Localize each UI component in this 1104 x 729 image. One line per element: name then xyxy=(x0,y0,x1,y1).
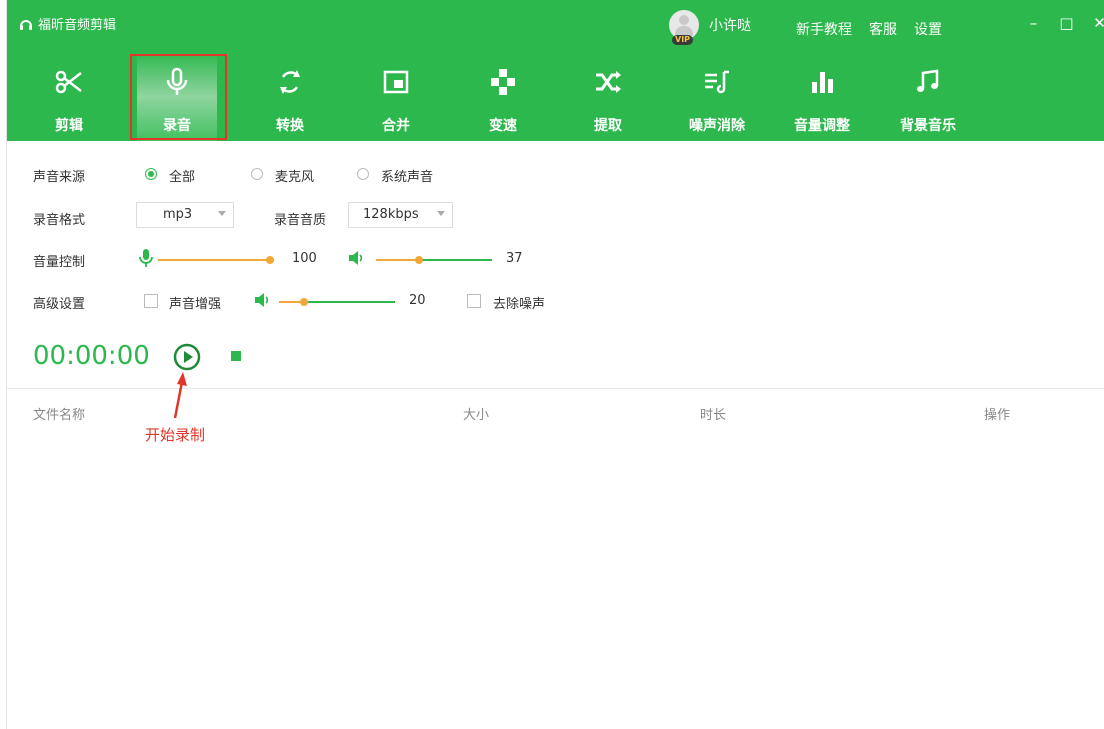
annotation-arrow xyxy=(173,372,187,419)
scissors-icon xyxy=(55,70,82,94)
quality-label: 录音音质 xyxy=(274,213,327,228)
advanced-row: 高级设置 声音增强 20 去除噪声 xyxy=(33,293,593,313)
format-select[interactable]: mp3 xyxy=(136,202,234,228)
window-controls: – □ ✕ xyxy=(1017,13,1104,33)
denoise-label[interactable]: 去除噪声 xyxy=(493,293,545,312)
tool-label: 转换 xyxy=(276,118,304,134)
format-row: 录音格式 mp3 录音音质 128kbps xyxy=(33,202,533,233)
annotation-text: 开始录制 xyxy=(145,426,206,444)
column-header-actions: 操作 xyxy=(984,408,1011,423)
speed-icon xyxy=(491,69,515,95)
app-title: 福昕音频剪辑 xyxy=(19,14,116,33)
tool-volume-adjust[interactable]: 音量调整 xyxy=(782,52,862,141)
noise-removal-icon xyxy=(705,70,729,94)
column-header-duration: 时长 xyxy=(700,408,727,423)
speaker-volume-value: 37 xyxy=(506,251,523,266)
music-note-icon xyxy=(917,69,939,92)
enhance-value: 20 xyxy=(409,293,426,308)
mic-volume-value: 100 xyxy=(292,251,317,266)
app-title-text: 福昕音频剪辑 xyxy=(38,18,117,33)
source-all-radio[interactable] xyxy=(145,168,157,180)
tool-label: 剪辑 xyxy=(55,118,83,134)
tool-noise-removal[interactable]: 噪声消除 xyxy=(677,52,757,141)
tool-label: 背景音乐 xyxy=(900,118,956,134)
volume-label: 音量控制 xyxy=(33,255,86,270)
microphone-icon xyxy=(139,249,153,267)
speaker-icon xyxy=(255,293,269,307)
extract-icon xyxy=(596,71,621,93)
slider-handle[interactable] xyxy=(415,256,423,264)
source-mic-radio[interactable] xyxy=(251,168,263,180)
source-all-label[interactable]: 全部 xyxy=(169,166,195,185)
denoise-checkbox[interactable] xyxy=(467,294,481,308)
top-links: 新手教程 客服 设置 xyxy=(796,19,959,39)
tutorial-link[interactable]: 新手教程 xyxy=(796,19,852,39)
headphones-logo-icon xyxy=(20,19,32,30)
avatar[interactable]: VIP xyxy=(669,10,699,45)
record-timer: 00:00:00 xyxy=(33,341,150,371)
enhance-label[interactable]: 声音增强 xyxy=(169,293,221,312)
stop-icon[interactable] xyxy=(231,351,241,361)
enhance-checkbox[interactable] xyxy=(144,294,158,308)
tool-extract[interactable]: 提取 xyxy=(568,52,648,141)
tool-convert[interactable]: 转换 xyxy=(250,52,330,141)
source-system-label[interactable]: 系统声音 xyxy=(381,166,433,185)
mic-volume-slider[interactable] xyxy=(158,256,274,264)
tool-speed[interactable]: 变速 xyxy=(463,52,543,141)
slider-handle[interactable] xyxy=(266,256,274,264)
user-name[interactable]: 小许哒 xyxy=(709,15,751,35)
tool-label: 噪声消除 xyxy=(689,118,745,134)
vip-badge: VIP xyxy=(672,35,694,45)
support-link[interactable]: 客服 xyxy=(869,19,897,39)
column-header-filename: 文件名称 xyxy=(33,408,86,423)
app-window: 福昕音频剪辑 VIP 小许哒 新手教程 客服 设置 – □ ✕ 剪辑 录音 转换… xyxy=(6,0,1104,729)
settings-link[interactable]: 设置 xyxy=(914,19,942,39)
source-mic-label[interactable]: 麦克风 xyxy=(275,166,314,185)
tool-label: 提取 xyxy=(594,118,622,134)
tool-background-music[interactable]: 背景音乐 xyxy=(888,52,968,141)
speaker-volume-slider[interactable] xyxy=(376,256,492,264)
convert-icon xyxy=(280,70,300,94)
volume-row: 音量控制 100 37 xyxy=(33,249,553,271)
volume-adjust-icon xyxy=(812,72,833,93)
tool-edit[interactable]: 剪辑 xyxy=(29,52,109,141)
slider-handle[interactable] xyxy=(300,298,308,306)
tool-merge[interactable]: 合并 xyxy=(356,52,436,141)
source-label: 声音来源 xyxy=(33,170,86,185)
merge-icon xyxy=(383,70,409,94)
enhance-slider[interactable] xyxy=(279,298,395,306)
highlight-box xyxy=(130,54,227,140)
tool-label: 音量调整 xyxy=(794,118,850,134)
tool-label: 变速 xyxy=(489,118,517,134)
quality-value: 128kbps xyxy=(363,207,419,222)
source-row: 声音来源 全部 麦克风 系统声音 xyxy=(33,166,533,185)
quality-select[interactable]: 128kbps xyxy=(348,202,453,228)
user-area[interactable]: VIP 小许哒 xyxy=(669,10,751,45)
advanced-label: 高级设置 xyxy=(33,297,86,312)
maximize-button[interactable]: □ xyxy=(1050,13,1083,33)
source-system-radio[interactable] xyxy=(357,168,369,180)
minimize-button[interactable]: – xyxy=(1017,13,1050,33)
close-button[interactable]: ✕ xyxy=(1083,13,1104,33)
chevron-down-icon xyxy=(437,211,445,216)
format-label: 录音格式 xyxy=(33,213,86,228)
column-header-size: 大小 xyxy=(463,408,490,423)
chevron-down-icon xyxy=(218,211,226,216)
format-value: mp3 xyxy=(163,207,193,222)
speaker-icon xyxy=(349,251,363,265)
play-icon[interactable] xyxy=(173,343,201,371)
tool-label: 合并 xyxy=(382,118,410,134)
